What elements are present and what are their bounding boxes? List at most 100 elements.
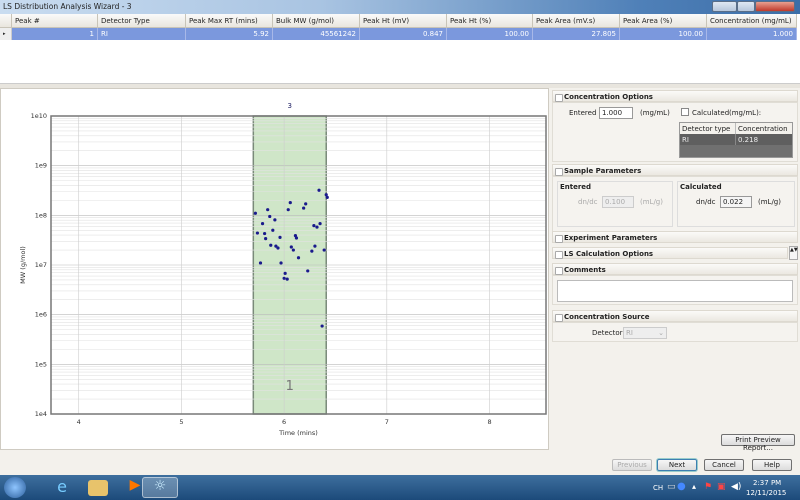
detector-select[interactable]: RI ⌄ <box>623 327 667 339</box>
table-cell[interactable]: 27.805 <box>533 28 620 40</box>
ie-icon[interactable]: e <box>44 477 80 498</box>
column-header[interactable]: Bulk MW (g/mol) <box>273 14 360 28</box>
calculated-checkbox[interactable] <box>681 108 689 116</box>
data-point <box>285 277 289 281</box>
column-header[interactable]: Detector Type <box>98 14 186 28</box>
table-cell[interactable]: 100.00 <box>447 28 533 40</box>
y-tick-label: 1e10 <box>31 112 47 120</box>
y-tick-label: 1e9 <box>35 162 47 170</box>
row-header-corner <box>0 14 12 28</box>
data-point <box>304 202 308 206</box>
volume-icon[interactable]: ◀) <box>731 482 741 492</box>
chevron-down-icon: ⌄ <box>658 329 664 337</box>
data-point <box>279 261 283 265</box>
data-point <box>282 276 286 280</box>
clock-time[interactable]: 2:37 PM <box>753 479 781 487</box>
x-tick-label: 8 <box>487 418 491 426</box>
show-hidden-icons[interactable]: ▴ <box>692 482 696 491</box>
cancel-button[interactable]: Cancel <box>704 459 744 471</box>
help-button[interactable]: Help <box>752 459 792 471</box>
x-tick-label: 4 <box>77 418 81 426</box>
table-cell[interactable]: 1 <box>12 28 98 40</box>
dndc-unit: (mL/g) <box>640 198 663 206</box>
data-point <box>291 248 295 252</box>
calculated-dndc-input[interactable]: 0.022 <box>720 196 752 208</box>
concentration-source-header[interactable]: Concentration Source <box>552 310 798 322</box>
data-point <box>269 243 273 247</box>
action-center-icon[interactable]: ⚑ <box>704 482 712 492</box>
table-cell[interactable]: 1.000 <box>707 28 797 40</box>
table-cell[interactable]: 5.92 <box>186 28 273 40</box>
mw-vs-time-chart[interactable]: 1e10 1e9 1e8 1e7 1e6 1e5 1e4 4 5 6 7 8 3 1 Time (mins)… <box>1 89 550 451</box>
detector-value: RI <box>626 329 633 337</box>
table-cell[interactable]: RI <box>98 28 186 40</box>
entered-group-label: Entered <box>560 183 592 191</box>
concentration-source-section: Detector RI ⌄ <box>552 322 798 342</box>
clock-date[interactable]: 12/11/2015 <box>746 489 786 497</box>
column-header[interactable]: Peak # <box>12 14 98 28</box>
calculated-group: Calculated dn/dc 0.022 (mL/g) <box>677 181 795 227</box>
minimize-button[interactable] <box>712 1 737 12</box>
table-cell[interactable]: 100.00 <box>620 28 707 40</box>
comments-header[interactable]: Comments <box>552 263 798 275</box>
previous-button[interactable]: Previous <box>612 459 652 471</box>
entered-group: Entered dn/dc 0.100 (mL/g) <box>557 181 673 227</box>
dndc-unit: (mL/g) <box>758 198 781 206</box>
title-bar: LS Distribution Analysis Wizard - 3 <box>0 0 800 14</box>
y-tick-label: 1e4 <box>35 410 47 418</box>
data-point <box>312 224 316 228</box>
column-header: Detector type <box>680 123 736 134</box>
column-header[interactable]: Peak Area (%) <box>620 14 707 28</box>
sample-parameters-header[interactable]: Sample Parameters <box>552 164 798 176</box>
column-header[interactable]: Peak Ht (%) <box>447 14 533 28</box>
table-cell: 0.218 <box>736 134 792 145</box>
experiment-parameters-header[interactable]: Experiment Parameters <box>552 231 798 243</box>
data-point <box>302 206 306 210</box>
peak-table[interactable]: ▸ Peak # Detector Type Peak Max RT (mins) B… <box>0 14 800 84</box>
data-point <box>260 222 265 226</box>
data-point <box>325 195 329 199</box>
folder-icon[interactable] <box>88 480 108 496</box>
concentration-options-header[interactable]: Concentration Options <box>552 90 798 102</box>
app-icon[interactable]: ☼ <box>142 477 178 498</box>
data-point <box>263 231 267 236</box>
column-header[interactable]: Concentration (mg/mL) <box>707 14 797 28</box>
data-point <box>318 222 322 226</box>
data-point <box>278 235 282 239</box>
calculated-concentration-table[interactable]: Detector type Concentration RI 0.218 <box>679 122 793 158</box>
help-tray-icon[interactable]: ● <box>677 481 686 492</box>
next-button[interactable]: Next <box>657 459 697 471</box>
comments-textarea[interactable] <box>557 280 793 302</box>
row-selector-icon[interactable]: ▸ <box>0 28 12 40</box>
data-point <box>253 211 257 215</box>
data-point <box>317 188 321 192</box>
entered-concentration-input[interactable]: 1.000 <box>599 107 633 119</box>
calculated-label: Calculated <box>692 109 730 117</box>
y-tick-label: 1e6 <box>35 311 47 319</box>
language-indicator[interactable]: CH <box>653 484 663 492</box>
data-point <box>289 245 293 249</box>
data-point <box>294 236 299 240</box>
y-tick-label: 1e5 <box>35 360 47 368</box>
ls-calculation-options-header[interactable]: LS Calculation Options <box>552 247 788 259</box>
x-axis-label: Time (mins) <box>278 429 318 437</box>
column-header[interactable]: Peak Area (mV.s) <box>533 14 620 28</box>
entered-dndc-input[interactable]: 0.100 <box>602 196 634 208</box>
column-header[interactable]: Peak Ht (mV) <box>360 14 447 28</box>
table-cell[interactable]: 45561242 <box>273 28 360 40</box>
y-axis-label: MW (g/mol) <box>19 246 27 284</box>
keyboard-icon[interactable]: ▭ <box>667 482 676 492</box>
print-preview-report-button[interactable]: Print Preview Report... <box>721 434 795 452</box>
scroll-arrows-icon[interactable]: ▲▼ <box>789 246 798 260</box>
close-button[interactable] <box>755 1 795 12</box>
column-header[interactable]: Peak Max RT (mins) <box>186 14 273 28</box>
network-icon[interactable]: ▣ <box>717 482 726 492</box>
data-point <box>310 249 314 253</box>
start-button[interactable] <box>4 477 26 498</box>
entered-unit: (mg/mL) <box>640 109 670 117</box>
comments-section <box>552 275 798 305</box>
data-point <box>271 228 275 232</box>
table-cell[interactable]: 0.847 <box>360 28 447 40</box>
maximize-button[interactable] <box>737 1 755 12</box>
data-point <box>322 248 326 252</box>
